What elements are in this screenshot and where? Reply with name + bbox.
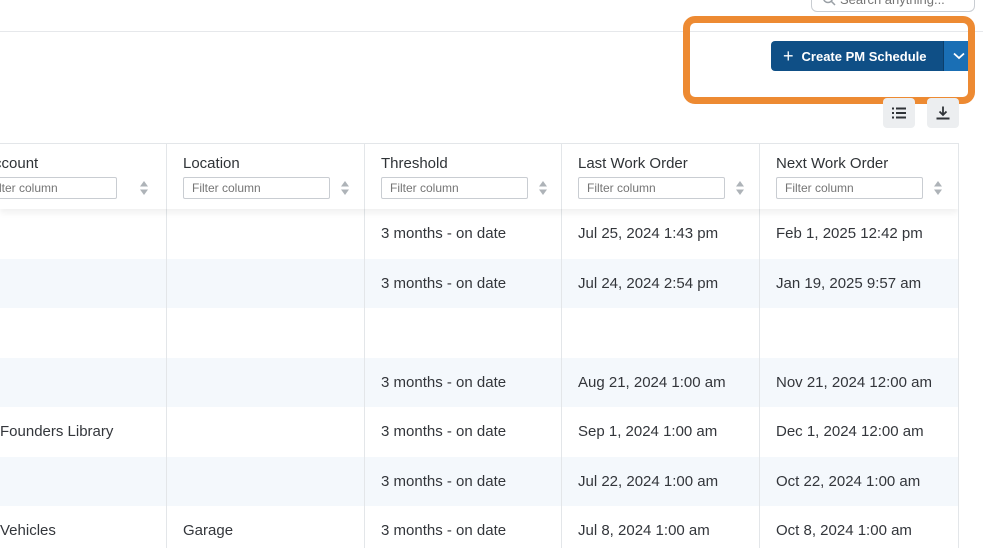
table-header: Account Location Threshold Last Work Order N… — [0, 144, 958, 209]
column-header: Account — [0, 144, 167, 209]
table-cell: Nov 21, 2024 12:00 am — [776, 373, 932, 391]
table-right-border — [958, 143, 959, 548]
sort-icon[interactable] — [735, 180, 745, 196]
table-cell: Jul 24, 2024 2:54 pm — [562, 258, 760, 308]
create-pm-schedule-label: Create PM Schedule — [801, 48, 927, 64]
table-cell: Oct 8, 2024 1:00 am — [776, 522, 912, 540]
table-cell: Dec 1, 2024 12:00 am — [776, 423, 924, 441]
column-header: Next Work Order — [760, 144, 958, 209]
table-cell — [365, 308, 562, 358]
column-settings-button[interactable] — [883, 98, 915, 128]
chevron-down-icon — [952, 52, 965, 60]
table-cell: Founders Library — [0, 407, 167, 457]
table-cell: Feb 1, 2025 12:42 pm — [776, 225, 923, 243]
table-cell — [0, 258, 167, 308]
column-header: Threshold — [365, 144, 562, 209]
table-row[interactable]: Founders Library 3 months - on date Sep 1,… — [0, 407, 958, 457]
column-header: Location — [167, 144, 365, 209]
download-icon — [936, 106, 950, 120]
table-cell — [167, 357, 365, 407]
table-cell: Jan 19, 2025 9:57 am — [776, 274, 922, 292]
table-cell — [760, 308, 958, 358]
table-row[interactable]: 3 months - on date Jul 22, 2024 1:00 am Oc… — [0, 456, 958, 506]
table-row[interactable]: 3 months - on date Jul 24, 2024 2:54 pm Ja… — [0, 258, 958, 308]
table-cell: Sep 1, 2024 1:00 am — [562, 407, 760, 457]
sort-icon[interactable] — [340, 180, 350, 196]
pm-schedule-table: Account Location Threshold Last Work Order N… — [0, 143, 958, 548]
table-cell — [0, 456, 167, 506]
global-search[interactable] — [811, 0, 975, 12]
table-cell — [167, 456, 365, 506]
column-header-label[interactable]: Next Work Order — [776, 155, 888, 172]
table-cell: Jul 8, 2024 1:00 am — [562, 506, 760, 548]
table-cell: Oct 22, 2024 1:00 am — [776, 472, 921, 490]
table-cell — [0, 357, 167, 407]
table-cell — [0, 209, 167, 259]
column-header-label[interactable]: Last Work Order — [578, 155, 688, 172]
column-header-label[interactable]: Location — [183, 155, 240, 172]
sort-icon[interactable] — [139, 180, 149, 196]
search-input[interactable] — [840, 0, 970, 9]
table-cell: 3 months - on date — [365, 407, 562, 457]
table-cell: Jul 25, 2024 1:43 pm — [562, 209, 760, 259]
top-bar — [0, 0, 983, 32]
plus-icon: + — [783, 46, 794, 66]
table-cell: Aug 21, 2024 1:00 am — [562, 357, 760, 407]
create-pm-schedule-button[interactable]: + Create PM Schedule — [771, 41, 943, 71]
table-cell — [167, 308, 365, 358]
table-cell — [167, 407, 365, 457]
column-header-label[interactable]: Threshold — [381, 155, 448, 172]
table-row[interactable]: 3 months - on date Aug 21, 2024 1:00 am No… — [0, 357, 958, 407]
download-button[interactable] — [927, 98, 959, 128]
table-cell: 3 months - on date — [365, 357, 562, 407]
list-icon — [892, 107, 906, 119]
sort-icon[interactable] — [538, 180, 548, 196]
table-cell — [167, 258, 365, 308]
column-header-label[interactable]: Account — [0, 155, 38, 172]
search-icon — [823, 0, 836, 6]
sort-icon[interactable] — [933, 180, 943, 196]
table-cell: 3 months - on date — [365, 258, 562, 308]
table-cell — [167, 209, 365, 259]
column-filter-input[interactable] — [381, 177, 528, 199]
table-cell: 3 months - on date — [365, 506, 562, 548]
table-cell: Jul 22, 2024 1:00 am — [562, 456, 760, 506]
table-cell: 3 months - on date — [365, 209, 562, 259]
column-filter-input[interactable] — [183, 177, 330, 199]
column-header: Last Work Order — [562, 144, 760, 209]
table-cell: Vehicles — [0, 506, 167, 548]
create-options-dropdown-button[interactable] — [943, 41, 973, 71]
table-cell — [562, 308, 760, 358]
column-filter-input[interactable] — [0, 177, 117, 199]
table-row[interactable]: 3 months - on date Jul 25, 2024 1:43 pm Fe… — [0, 209, 958, 259]
table-cell: Garage — [167, 506, 365, 548]
table-cell: 3 months - on date — [365, 456, 562, 506]
table-cell — [0, 308, 167, 358]
table-row[interactable] — [0, 308, 958, 358]
column-filter-input[interactable] — [776, 177, 923, 199]
column-filter-input[interactable] — [578, 177, 725, 199]
table-row[interactable]: Vehicles Garage 3 months - on date Jul 8, 2… — [0, 506, 958, 548]
